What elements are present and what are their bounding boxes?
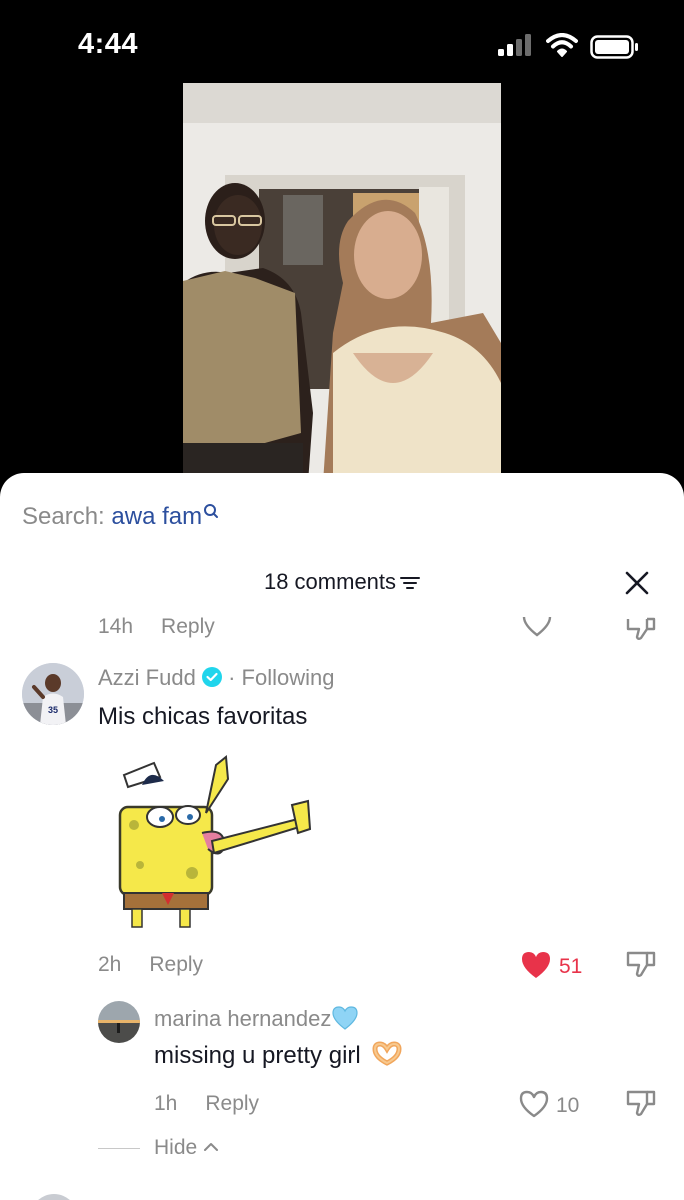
comment-author-row: Azzi Fudd · Following	[98, 665, 334, 691]
like-heart-filled-icon[interactable]	[520, 950, 552, 980]
reply-text-row: missing u pretty girl	[154, 1041, 403, 1070]
wifi-icon	[546, 33, 578, 57]
close-icon[interactable]	[624, 570, 650, 596]
reply-reply-button[interactable]: Reply	[205, 1092, 259, 1115]
verified-badge-icon	[201, 667, 222, 687]
status-time: 4:44	[78, 28, 139, 60]
comment-reply-button[interactable]: Reply	[149, 953, 203, 976]
svg-text:35: 35	[48, 705, 58, 715]
separator-dot: ·	[228, 665, 236, 690]
search-label: Search:	[22, 503, 112, 530]
comments-count[interactable]: 18 comments	[0, 569, 684, 595]
prev-comment-time: 14h	[98, 615, 134, 638]
cellular-signal-icon	[498, 34, 531, 56]
search-icon[interactable]	[203, 503, 219, 521]
video-frame-image	[183, 83, 501, 483]
prev-dislike-icon[interactable]	[625, 617, 657, 641]
prev-like-heart-icon[interactable]	[521, 617, 553, 637]
dislike-icon[interactable]	[625, 951, 657, 979]
reply-meta: 1h Reply	[154, 1092, 259, 1116]
reply-author-name[interactable]: marina hernandez	[154, 1006, 331, 1031]
next-comment-partial	[30, 1190, 630, 1200]
comment-meta: 2h Reply	[98, 953, 203, 977]
hide-replies-button[interactable]: Hide	[98, 1136, 219, 1160]
prev-comment-meta: 14h Reply	[98, 615, 215, 639]
reply-author-row: marina hernandez	[154, 1005, 359, 1032]
chevron-up-icon	[204, 1143, 219, 1151]
comment-text: Mis chicas favoritas	[98, 703, 308, 730]
prev-reply-button[interactable]: Reply	[161, 615, 215, 638]
avatar-marina-hernandez[interactable]	[98, 1001, 140, 1043]
battery-icon	[590, 35, 638, 59]
comment-like-count: 51	[559, 955, 583, 978]
comment-author-name[interactable]: Azzi Fudd	[98, 665, 196, 690]
comment-time: 2h	[98, 953, 122, 976]
comments-sheet: Search: awa fam 18 comments 14h Reply 35 …	[0, 473, 684, 1200]
status-bar: 4:44	[0, 0, 684, 90]
hide-label: Hide	[154, 1136, 198, 1159]
sort-filter-icon[interactable]	[400, 575, 421, 591]
comments-count-label: 18 comments	[263, 569, 397, 594]
reply-time: 1h	[154, 1092, 178, 1115]
following-label: Following	[241, 665, 335, 690]
like-heart-outline-icon[interactable]	[518, 1089, 550, 1119]
reply-dislike-icon[interactable]	[625, 1090, 657, 1118]
reply-text: missing u pretty girl	[154, 1042, 361, 1069]
search-query[interactable]: awa fam	[111, 503, 202, 530]
reply-like-count: 10	[556, 1094, 580, 1117]
spongebob-sticker-image	[118, 755, 312, 928]
thread-divider	[98, 1147, 140, 1149]
avatar-azzi-fudd[interactable]: 35	[22, 663, 84, 725]
search-suggestion[interactable]: Search: awa fam	[22, 503, 219, 531]
video-preview[interactable]	[183, 83, 501, 483]
heart-hands-emoji-icon	[372, 1041, 402, 1066]
blue-heart-emoji-icon	[332, 1006, 358, 1030]
